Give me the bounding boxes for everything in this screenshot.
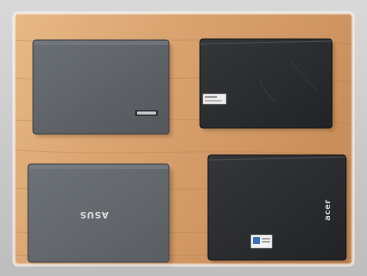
sticker [250, 234, 273, 249]
laptop-top-left [32, 39, 170, 135]
laptop-bottom-right: acer [207, 154, 347, 261]
asus-logo: ASUS [79, 209, 108, 219]
sticker [202, 93, 227, 105]
laptop-top-right [199, 38, 333, 129]
photo-scene: ASUS acer [0, 0, 367, 276]
laptop-bottom-left: ASUS [27, 163, 170, 263]
logo-badge [135, 110, 158, 116]
acer-logo: acer [323, 199, 332, 221]
